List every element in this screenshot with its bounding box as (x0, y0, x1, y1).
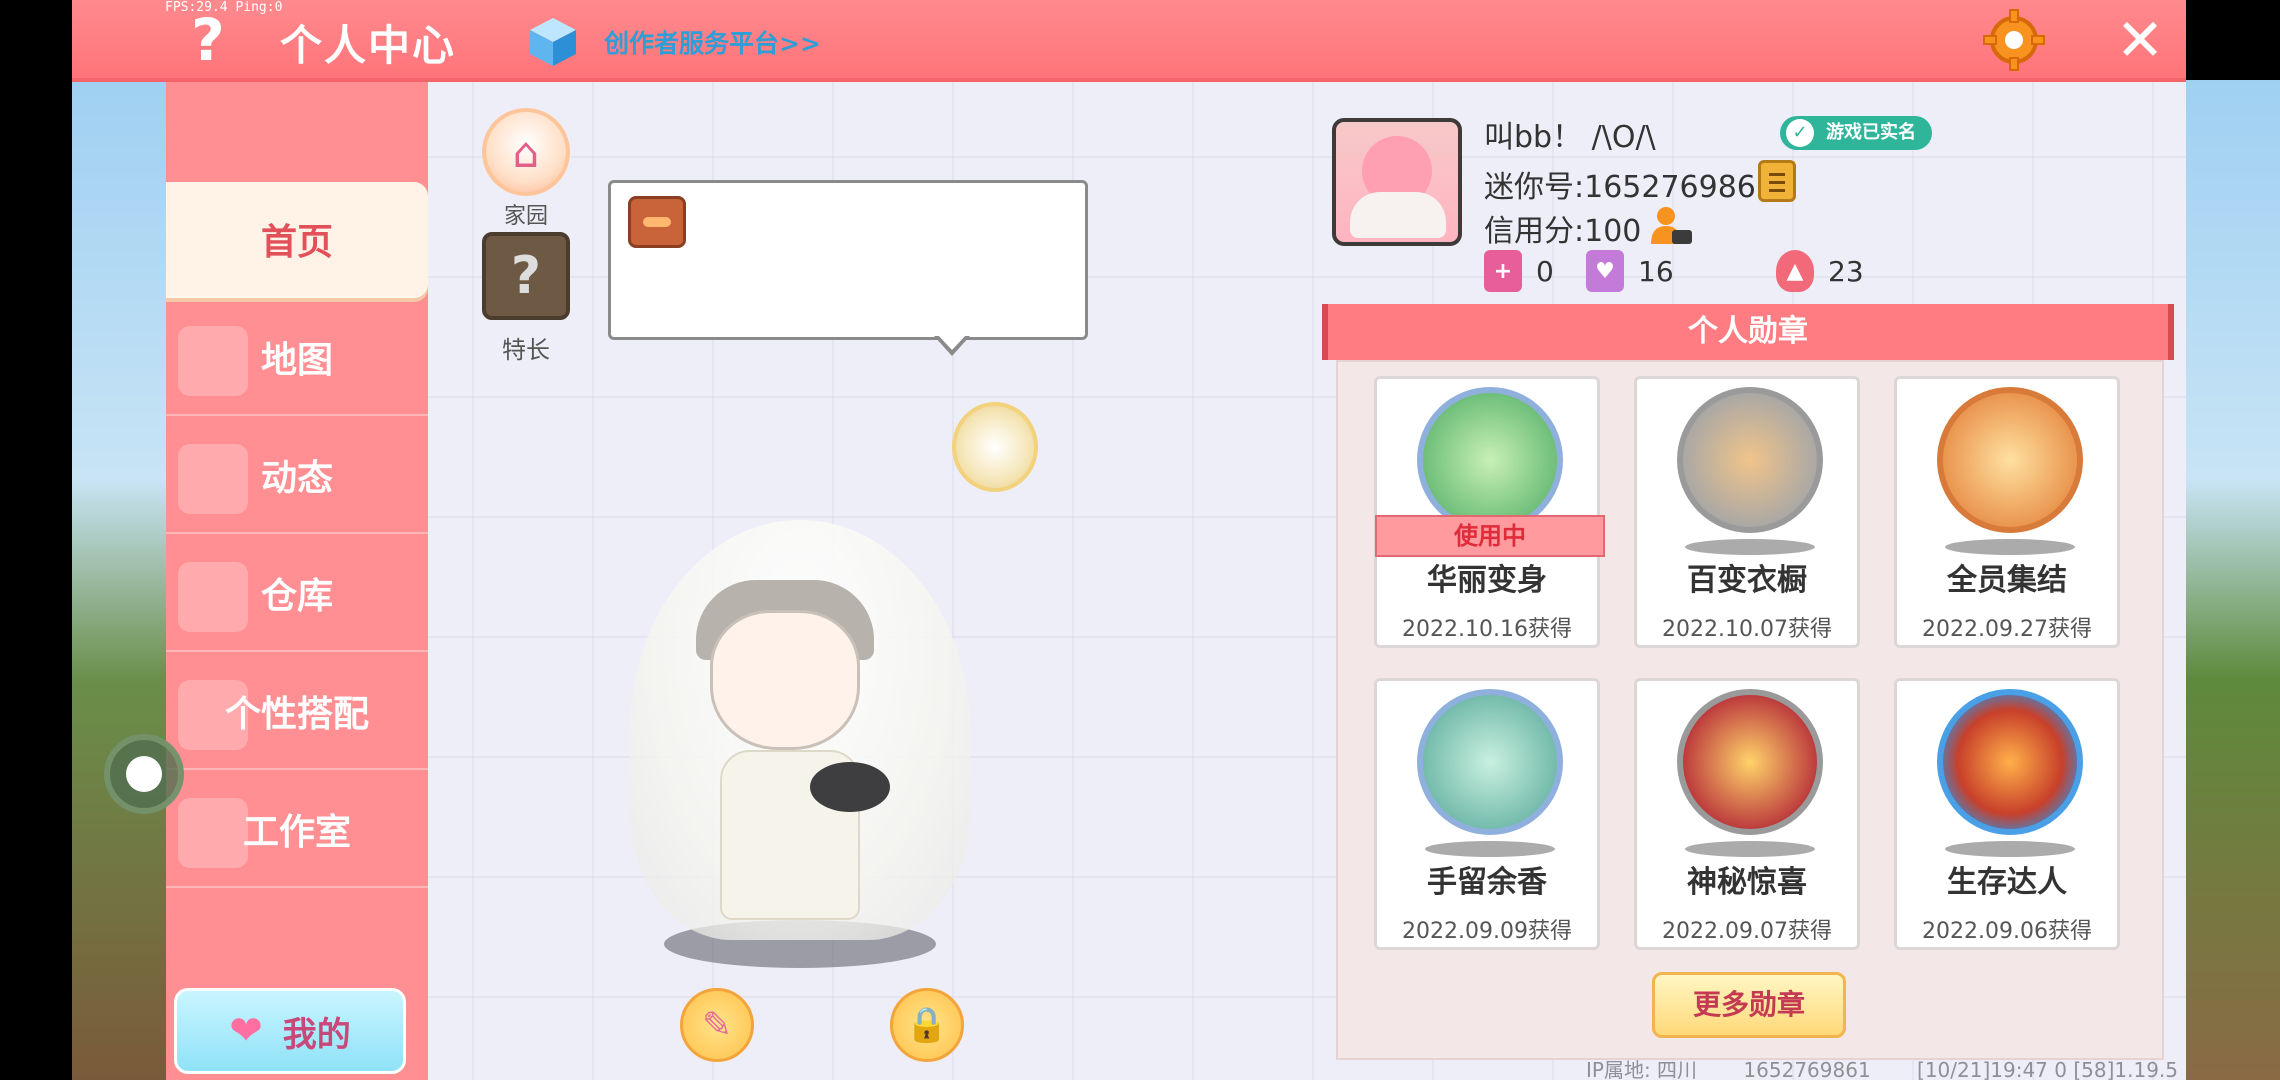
bell-icon (178, 444, 248, 514)
my-button[interactable]: ❤ 我的 (174, 988, 406, 1074)
creator-platform-link[interactable]: 创作者服务平台>> (604, 24, 821, 60)
footer-time-version: [10/21]19:47 0 [58]1.19.5 (1917, 1058, 2179, 1080)
more-medals-button[interactable]: 更多勋章 (1652, 972, 1846, 1038)
map-icon (178, 326, 248, 396)
stat-fire: ▲ 23 (1776, 250, 1864, 292)
medal-name: 手留余香 (1427, 865, 1547, 900)
medal-date: 2022.09.27获得 (1922, 617, 2092, 642)
sidebar-item-studio[interactable]: 工作室 (166, 772, 428, 888)
medal-card[interactable]: 百变衣橱 2022.10.07获得 (1634, 376, 1860, 648)
sidebar-item-label: 个性搭配 (224, 694, 369, 735)
sidebar-item-map[interactable]: 地图 (166, 300, 428, 416)
skill-button[interactable]: ? (482, 232, 570, 320)
stat-bookmark: + 0 (1484, 250, 1554, 292)
game-scene-right (2186, 80, 2280, 1080)
medal-name: 神秘惊喜 (1687, 865, 1807, 900)
medal-card[interactable]: 生存达人 2022.09.06获得 (1894, 678, 2120, 950)
close-icon[interactable]: ✕ (2112, 10, 2168, 70)
sidebar-item-warehouse[interactable]: 仓库 (166, 536, 428, 652)
fire-icon: ▲ (1776, 250, 1814, 292)
skill-label: 特长 (502, 336, 550, 364)
question-mark-icon[interactable]: ? (180, 8, 236, 72)
wardrobe-medal-icon (1677, 387, 1823, 533)
footer-info: IP属地: 四川 1652769861 [10/21]19:47 0 [58]1… (1586, 1054, 2218, 1080)
sidebar-item-home[interactable]: 首页 (166, 182, 428, 298)
medal-date: 2022.10.07获得 (1662, 617, 1832, 642)
profile-avatar[interactable] (1332, 118, 1462, 246)
verified-badge: ✓ 游戏已实名 (1780, 116, 1932, 150)
gathering-medal-icon (1937, 387, 2083, 533)
medal-card[interactable]: 神秘惊喜 2022.09.07获得 (1634, 678, 1860, 950)
lock-icon: 🔒 (905, 1005, 949, 1045)
pet-badge[interactable] (952, 402, 1038, 492)
medal-date: 2022.09.06获得 (1922, 919, 2092, 944)
game-scene-left (72, 80, 168, 1080)
medal-section-title: 个人勋章 (1322, 304, 2174, 360)
stat-likes: ♥ 16 (1586, 250, 1674, 292)
medal-date: 2022.09.09获得 (1402, 919, 1572, 944)
medal-card[interactable]: 使用中 华丽变身 2022.10.16获得 (1374, 376, 1605, 648)
gear-icon[interactable] (1982, 8, 2046, 72)
avatar-face (710, 610, 860, 750)
sidebar-item-label: 工作室 (242, 812, 351, 853)
medal-shadow (1685, 539, 1815, 555)
my-button-label: 我的 (282, 1014, 351, 1055)
medal-name: 生存达人 (1947, 865, 2067, 900)
mini-id: 迷你号:1652769861 (1484, 170, 1775, 205)
pencil-icon: ✎ (701, 1004, 733, 1046)
avatar-character[interactable] (600, 500, 1000, 980)
copy-icon[interactable] (1758, 160, 1796, 202)
medal-date: 2022.10.16获得 (1402, 617, 1572, 642)
avatar-cat (1350, 192, 1446, 238)
dinosaur-medal-icon (1417, 387, 1563, 533)
medal-name: 全员集结 (1947, 563, 2067, 598)
sidebar-item-feed[interactable]: 动态 (166, 418, 428, 534)
heart-icon: ❤ (229, 1008, 263, 1054)
home-label: 家园 (503, 204, 548, 229)
sidebar: 首页 地图 动态 仓库 个性搭配 工作室 (166, 82, 428, 1080)
ip-location: IP属地: 四川 (1586, 1058, 1698, 1080)
credit-user-icon[interactable] (1648, 204, 1694, 248)
joystick-handle[interactable] (104, 734, 184, 814)
stat-bookmark-value: 0 (1536, 254, 1554, 288)
stat-fire-value: 23 (1828, 254, 1864, 288)
medal-shadow (1945, 539, 2075, 555)
credit-score: 信用分:100 (1484, 214, 1642, 249)
medal-name: 华丽变身 (1427, 563, 1547, 598)
in-use-badge: 使用中 (1375, 515, 1605, 557)
gift-medal-icon (1677, 689, 1823, 835)
house-icon: ⌂ (512, 127, 540, 177)
nickname: 叫bb！ /\O/\ (1484, 120, 1656, 155)
stat-likes-value: 16 (1638, 254, 1674, 288)
bubble-tail-inner (937, 334, 967, 350)
medal-shadow (1685, 841, 1815, 857)
medal-card[interactable]: 全员集结 2022.09.27获得 (1894, 376, 2120, 648)
sidebar-item-label: 地图 (260, 340, 333, 381)
edit-button[interactable]: ✎ (680, 988, 754, 1062)
sidebar-item-label: 仓库 (260, 576, 333, 617)
sidebar-item-outfit[interactable]: 个性搭配 (166, 654, 428, 770)
medal-card[interactable]: 手留余香 2022.09.09获得 (1374, 678, 1600, 950)
cube-icon[interactable] (528, 16, 578, 68)
medal-date: 2022.09.07获得 (1662, 919, 1832, 944)
home-button[interactable]: ⌂ (482, 108, 570, 196)
medal-shadow (1425, 841, 1555, 857)
lock-button[interactable]: 🔒 (890, 988, 964, 1062)
bookmark-icon: + (1484, 250, 1522, 292)
cheer-icon: ♥ (1586, 250, 1624, 292)
person-check-icon: ✓ (1786, 119, 1814, 147)
page-title: 个人中心 (280, 21, 457, 70)
avatar-plate (810, 762, 890, 812)
house-icon (178, 562, 248, 632)
studio-icon (178, 798, 248, 868)
fragrance-medal-icon (1417, 689, 1563, 835)
sidebar-item-label: 动态 (260, 458, 333, 499)
sidebar-item-label: 首页 (260, 222, 333, 263)
mood-icon[interactable] (628, 196, 686, 248)
medal-shadow (1945, 841, 2075, 857)
campfire-medal-icon (1937, 689, 2083, 835)
footer-uid: 1652769861 (1743, 1058, 1871, 1080)
verified-label: 游戏已实名 (1826, 122, 1916, 143)
medal-name: 百变衣橱 (1687, 563, 1807, 598)
